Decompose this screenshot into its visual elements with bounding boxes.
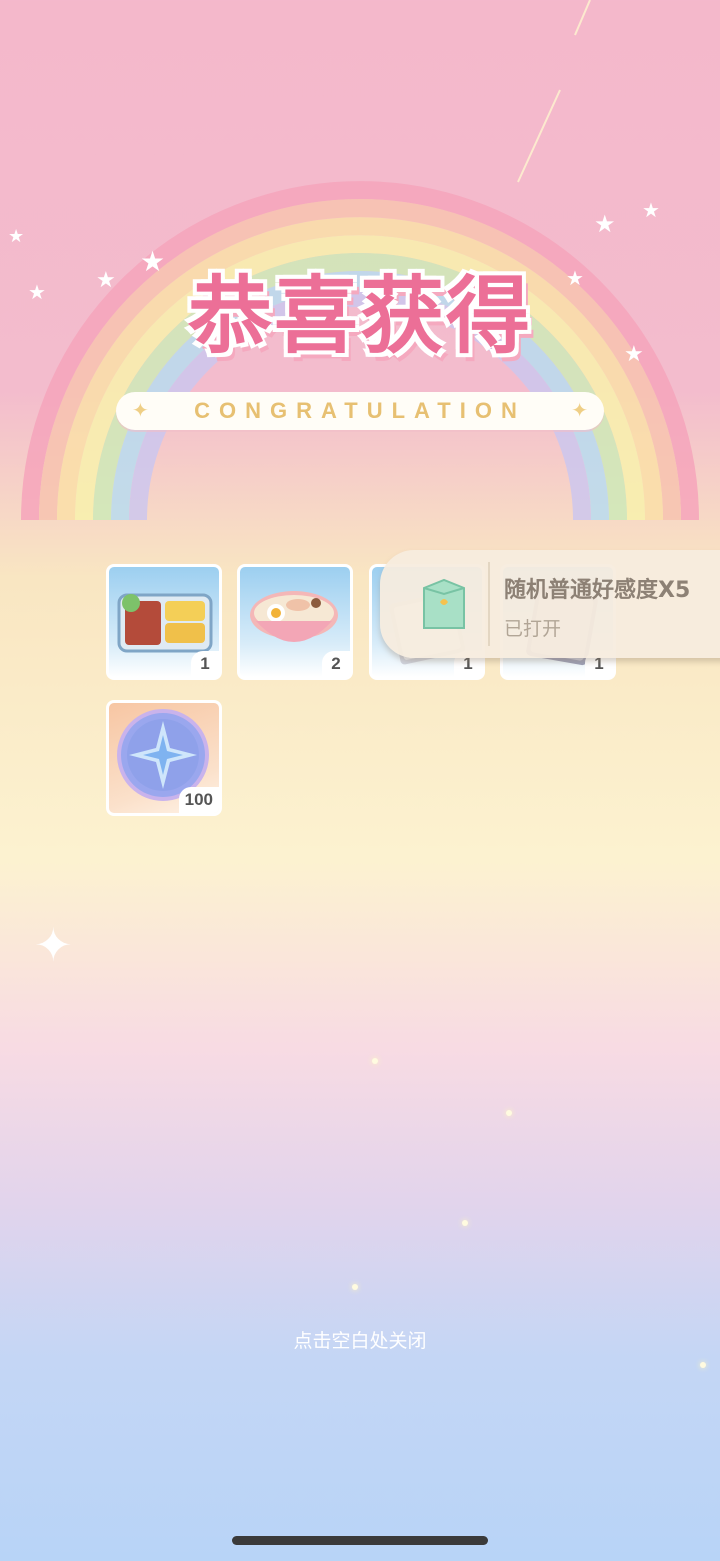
- tooltip-item-status: 已打开: [504, 618, 562, 640]
- reward-item-bento[interactable]: 1: [106, 564, 222, 680]
- star-icon: ★: [594, 210, 616, 238]
- star-icon: ★: [28, 280, 46, 304]
- tooltip-item-name: 随机普通好感度X5: [504, 578, 691, 603]
- reward-item-ramen[interactable]: 2: [237, 564, 353, 680]
- tooltip-divider: [488, 562, 490, 646]
- star-icon: ★: [96, 268, 116, 293]
- glow-dot: [700, 1362, 706, 1368]
- sparkle-icon: ✦: [34, 918, 73, 972]
- star-icon: ★: [624, 342, 644, 367]
- reward-item-coin[interactable]: 100: [106, 700, 222, 816]
- item-tooltip: 随机普通好感度X5 已打开: [380, 550, 720, 658]
- sparkle-icon: ✦: [132, 398, 149, 422]
- title-banner: 恭喜获得: [120, 256, 600, 376]
- glow-dot: [372, 1058, 378, 1064]
- close-hint[interactable]: 点击空白处关闭: [0, 1326, 720, 1353]
- reward-quantity: 1: [191, 651, 219, 677]
- star-icon: ★: [8, 226, 25, 247]
- glow-dot: [352, 1284, 358, 1290]
- glow-dot: [462, 1220, 468, 1226]
- reward-quantity: 100: [178, 787, 219, 813]
- gift-bag-icon: [423, 578, 465, 629]
- subtitle-text: CONGRATULATION: [194, 398, 526, 423]
- glow-dot: [506, 1110, 512, 1116]
- sparkle-icon: ✦: [571, 398, 588, 422]
- page-title: 恭喜获得: [187, 267, 532, 365]
- home-indicator[interactable]: [232, 1536, 488, 1545]
- star-icon: ★: [642, 198, 660, 222]
- subtitle-banner: ✦ CONGRATULATION ✦: [116, 392, 604, 430]
- reward-quantity: 2: [322, 651, 350, 677]
